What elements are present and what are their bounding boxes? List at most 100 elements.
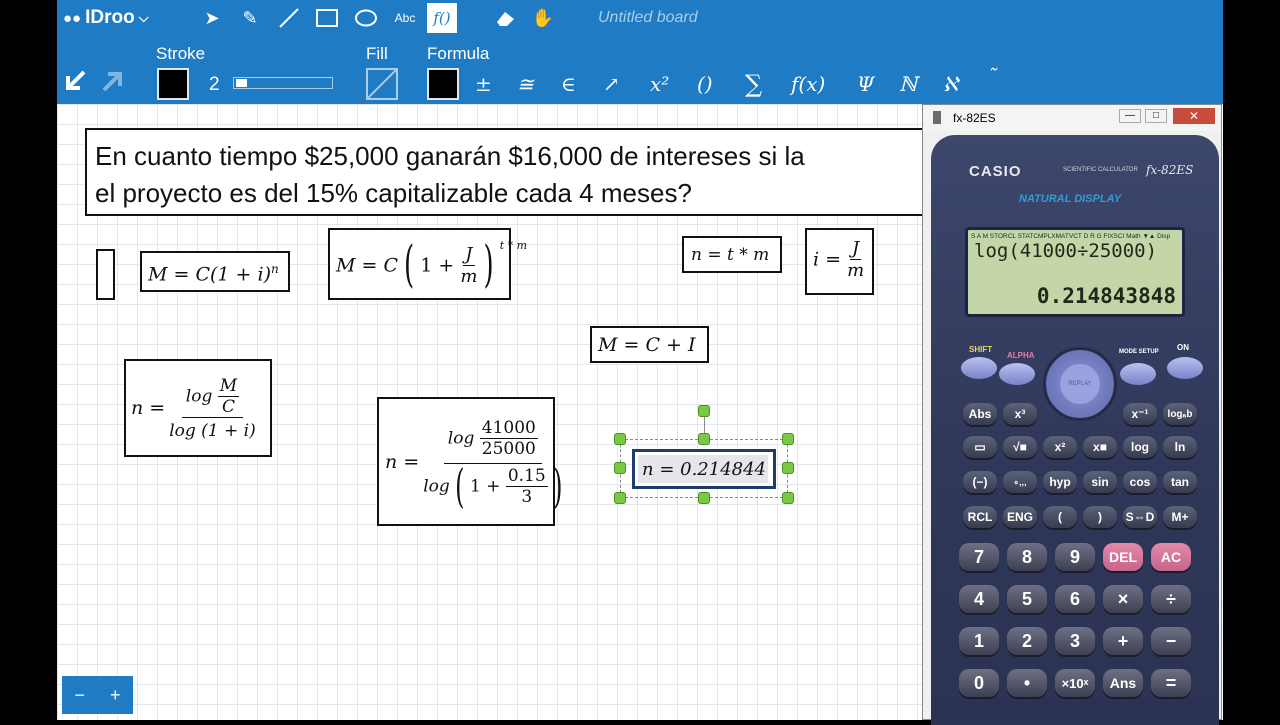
eraser-tool[interactable] [490, 3, 520, 33]
del-key[interactable]: DEL [1103, 543, 1143, 571]
stroke-color-swatch[interactable] [157, 68, 189, 100]
ac-key[interactable]: AC [1151, 543, 1191, 571]
equals-key[interactable]: = [1151, 669, 1191, 697]
hyp-key[interactable]: hyp [1043, 471, 1077, 493]
key-5[interactable]: 5 [1007, 585, 1047, 613]
resize-handle-left[interactable] [614, 462, 626, 474]
close-paren-key[interactable]: ) [1083, 506, 1117, 528]
square-key[interactable]: x² [1043, 436, 1077, 458]
ln-key[interactable]: ln [1163, 436, 1197, 458]
formula-color-swatch[interactable] [427, 68, 459, 100]
abs-key[interactable]: Abs [963, 403, 997, 425]
key-0[interactable]: 0 [959, 669, 999, 697]
arrow-button[interactable]: ↗ [603, 72, 620, 96]
resize-handle-bottom-right[interactable] [782, 492, 794, 504]
multiply-key[interactable]: × [1103, 585, 1143, 613]
divide-key[interactable]: ÷ [1151, 585, 1191, 613]
tan-key[interactable]: tan [1163, 471, 1197, 493]
formula-compound-periods[interactable]: M = C ( 1 + J m ) t * m [328, 228, 527, 300]
zoom-in-button[interactable]: + [110, 685, 121, 706]
key-9[interactable]: 9 [1055, 543, 1095, 571]
number-sets-button[interactable]: ℕ [899, 72, 917, 96]
eng-key[interactable]: ENG [1003, 506, 1037, 528]
rectangle-tool[interactable] [312, 3, 342, 33]
key-1[interactable]: 1 [959, 627, 999, 655]
text-tool[interactable]: Abc [390, 3, 420, 33]
log-base-key[interactable]: logₐb [1163, 403, 1197, 425]
mode-key[interactable] [1120, 363, 1156, 385]
function-button[interactable]: f(x) [791, 72, 825, 96]
formula-compound-interest[interactable]: M = C(1 + i)n [140, 251, 290, 292]
degrees-key[interactable]: ∘‚‚‚ [1003, 471, 1037, 493]
power-key[interactable]: x■ [1083, 436, 1117, 458]
resize-handle-bottom-left[interactable] [614, 492, 626, 504]
plus-key[interactable]: + [1103, 627, 1143, 655]
formula-n-log-fraction[interactable]: n = log M C log (1 + i) [124, 359, 272, 457]
empty-formula-box[interactable] [96, 249, 115, 300]
m-plus-key[interactable]: M+ [1163, 506, 1197, 528]
app-logo[interactable]: ●● IDroo ⌵ [63, 7, 149, 29]
resize-handle-top-right[interactable] [782, 433, 794, 445]
key-3[interactable]: 3 [1055, 627, 1095, 655]
minus-key[interactable]: − [1151, 627, 1191, 655]
select-tool[interactable]: ➤ [197, 3, 227, 33]
greek-button[interactable]: Ψ [857, 72, 875, 96]
cos-key[interactable]: cos [1123, 471, 1157, 493]
board-title[interactable]: Untitled board [598, 9, 698, 27]
exp10-key[interactable]: ×10ˣ [1055, 669, 1095, 697]
formula-i-equals-j-over-m[interactable]: i = J m [805, 228, 874, 295]
reciprocal-key[interactable]: x⁻¹ [1123, 403, 1157, 425]
shift-key[interactable] [961, 357, 997, 379]
key-6[interactable]: 6 [1055, 585, 1095, 613]
resize-handle-right[interactable] [782, 462, 794, 474]
key-4[interactable]: 4 [959, 585, 999, 613]
replay-dpad[interactable]: REPLAY [1043, 347, 1117, 421]
superscript-button[interactable]: x² [650, 72, 669, 96]
cube-key[interactable]: x³ [1003, 403, 1037, 425]
maximize-button[interactable]: □ [1145, 109, 1167, 123]
pen-tool[interactable]: ✎ [235, 3, 265, 33]
pan-tool[interactable]: ✋ [528, 3, 558, 33]
sum-button[interactable]: ∑ [745, 70, 762, 98]
congruent-button[interactable]: ≅ [517, 72, 534, 96]
problem-text-box[interactable]: En cuanto tiempo $25,000 ganarán $16,000… [85, 128, 945, 216]
close-button[interactable]: ✕ [1173, 108, 1215, 124]
sqrt-key[interactable]: √■ [1003, 436, 1037, 458]
formula-n-equals-tm[interactable]: n = t * m [682, 236, 782, 273]
ans-key[interactable]: Ans [1103, 669, 1143, 697]
zoom-out-button[interactable]: − [74, 685, 85, 706]
ellipse-tool[interactable] [351, 3, 381, 33]
alpha-key[interactable] [999, 363, 1035, 385]
s-d-key[interactable]: S⇔D [1123, 506, 1157, 528]
on-key[interactable] [1167, 357, 1203, 379]
log-key[interactable]: log [1123, 436, 1157, 458]
element-of-button[interactable]: ∈ [561, 72, 576, 96]
key-7[interactable]: 7 [959, 543, 999, 571]
key-2[interactable]: 2 [1007, 627, 1047, 655]
fraction-key[interactable]: ▭ [963, 436, 997, 458]
plus-minus-button[interactable]: ± [475, 72, 492, 96]
redo-button[interactable] [100, 68, 126, 99]
line-tool[interactable] [274, 3, 304, 33]
parentheses-button[interactable]: () [697, 72, 713, 96]
resize-handle-bottom[interactable] [698, 492, 710, 504]
formula-tool[interactable]: f() [427, 3, 457, 33]
open-paren-key[interactable]: ( [1043, 506, 1077, 528]
stroke-width-slider-thumb[interactable] [236, 79, 247, 87]
resize-handle-top[interactable] [698, 433, 710, 445]
minimize-button[interactable]: — [1119, 109, 1141, 123]
negative-key[interactable]: (−) [963, 471, 997, 493]
rcl-key[interactable]: RCL [963, 506, 997, 528]
stroke-width-slider[interactable] [233, 77, 333, 89]
key-8[interactable]: 8 [1007, 543, 1047, 571]
result-formula-box[interactable]: n = 0.214844 [632, 449, 776, 489]
accent-button[interactable]: ˜ [987, 64, 997, 88]
decimal-key[interactable]: • [1007, 669, 1047, 697]
sin-key[interactable]: sin [1083, 471, 1117, 493]
resize-handle-top-left[interactable] [614, 433, 626, 445]
hebrew-button[interactable]: ℵ [943, 72, 958, 96]
formula-m-equals-c-plus-i[interactable]: M = C + I [590, 326, 709, 363]
rotate-handle[interactable] [698, 405, 710, 417]
undo-button[interactable] [62, 68, 88, 99]
fill-color-swatch[interactable] [366, 68, 398, 100]
